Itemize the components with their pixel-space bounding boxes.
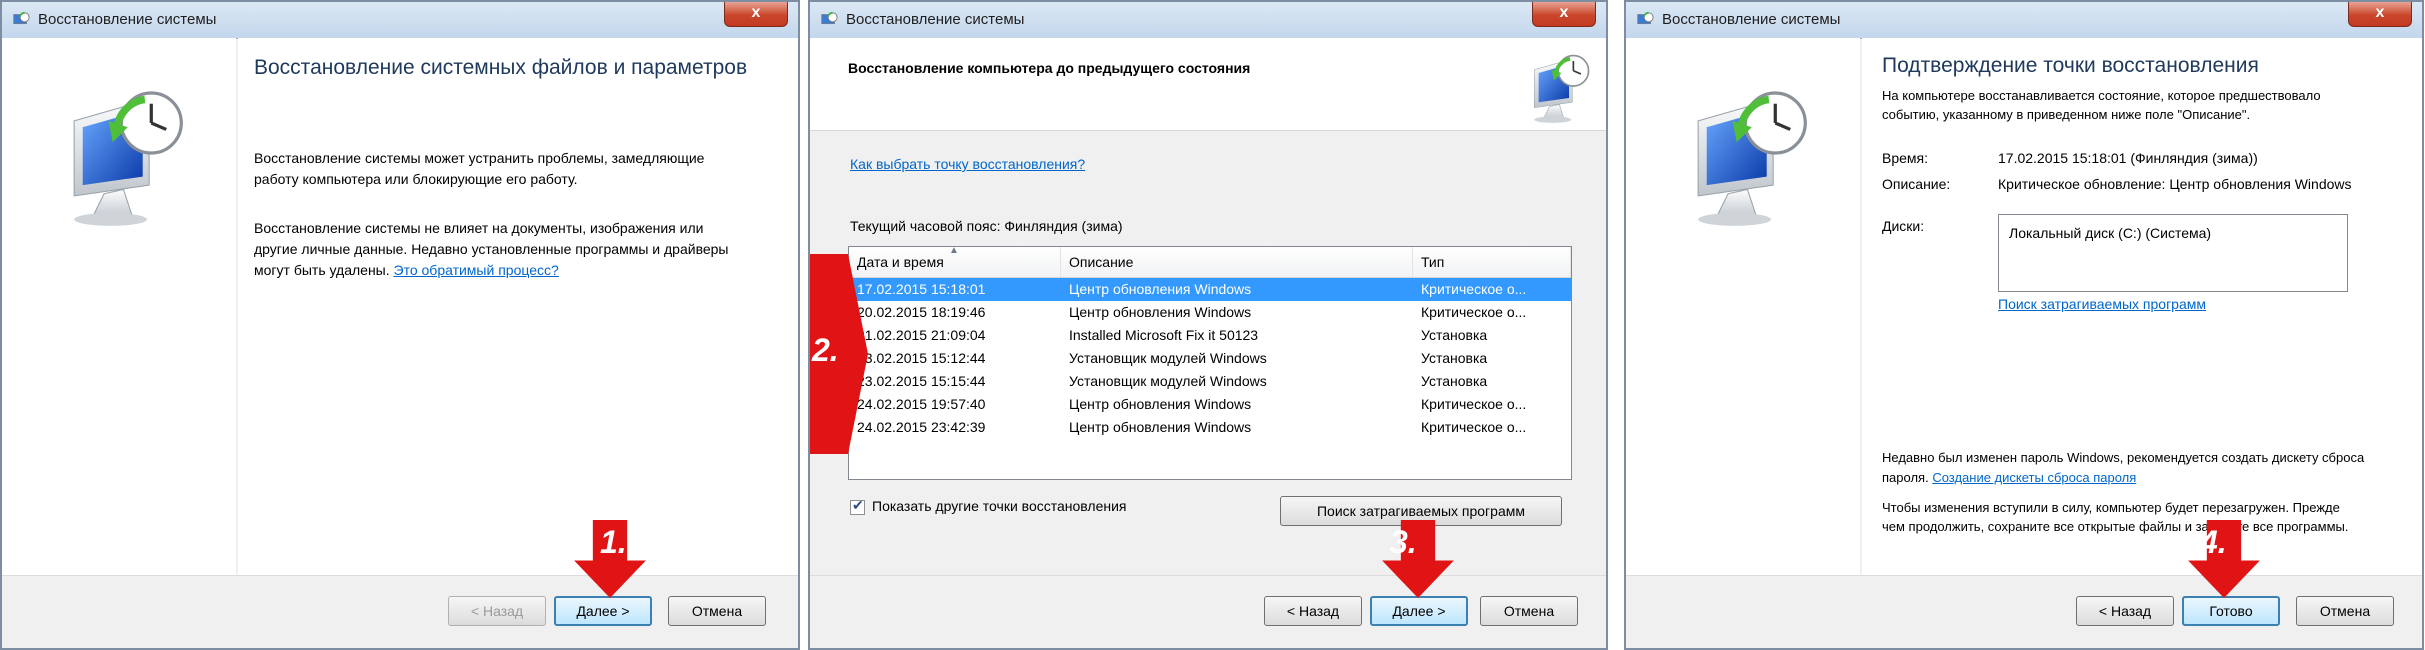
cancel-button[interactable]: Отмена — [668, 596, 766, 626]
choose-point-link[interactable]: Как выбрать точку восстановления? — [850, 154, 1085, 175]
description-2: Восстановление системы не влияет на доку… — [254, 220, 729, 278]
restart-text: Чтобы изменения вступили в силу, компьют… — [1882, 500, 2349, 534]
cell-type: Критическое о... — [1421, 304, 1527, 320]
window-title: Восстановление системы — [1662, 11, 1841, 28]
cell-description: Установщик модулей Windows — [1069, 373, 1267, 389]
disks-list[interactable]: Локальный диск (C:) (Система) — [1998, 214, 2348, 292]
content-area: Подтверждение точки восстановления На ко… — [1862, 38, 2422, 576]
disks-label: Диски: — [1882, 218, 1925, 234]
cell-date: 21.02.2015 21:09:04 — [857, 327, 986, 343]
system-restore-icon — [12, 11, 30, 29]
cell-description: Центр обновления Windows — [1069, 281, 1252, 297]
cancel-button[interactable]: Отмена — [1480, 596, 1578, 626]
cell-date: 23.02.2015 15:12:44 — [857, 350, 986, 366]
close-button[interactable]: x — [2348, 2, 2412, 27]
show-more-label[interactable]: Показать другие точки восстановления — [872, 496, 1127, 517]
back-button[interactable]: < Назад — [448, 596, 546, 626]
window-title: Восстановление системы — [38, 11, 217, 28]
finish-button[interactable]: Готово — [2182, 596, 2280, 626]
page-heading: Подтверждение точки восстановления — [1882, 54, 2259, 77]
side-illustration — [1626, 38, 1860, 576]
cell-description: Центр обновления Windows — [1069, 419, 1252, 435]
cell-type: Критическое о... — [1421, 396, 1527, 412]
step-arrow-3 — [1370, 520, 1466, 598]
restore-computer-icon — [42, 78, 192, 228]
step-label-2: 2. — [812, 332, 839, 368]
restore-points-list[interactable]: Дата и время Описание Тип ▲ 17.02.2015 1… — [848, 246, 1572, 480]
password-reset-link[interactable]: Создание дискеты сброса пароля — [1932, 470, 2136, 485]
cell-type: Критическое о... — [1421, 419, 1527, 435]
titlebar[interactable]: Восстановление системы x — [810, 2, 1606, 39]
cell-type: Установка — [1421, 373, 1488, 389]
restore-computer-icon — [1666, 78, 1816, 228]
system-restore-icon — [1636, 11, 1654, 29]
table-row[interactable]: 24.02.2015 23:42:39 Центр обновления Wind… — [849, 416, 1571, 439]
button-bar: < Назад Готово Отмена — [1626, 575, 2422, 648]
column-description[interactable]: Описание — [1061, 247, 1413, 277]
cell-description: Установщик модулей Windows — [1069, 350, 1267, 366]
table-row[interactable]: 23.02.2015 15:12:44 Установщик модулей Wi… — [849, 347, 1571, 370]
cell-date: 23.02.2015 15:15:44 — [857, 373, 986, 389]
cancel-button[interactable]: Отмена — [2296, 596, 2394, 626]
restore-window-3: Восстановление системы x Подтверждение т… — [1624, 0, 2424, 650]
list-header: Дата и время Описание Тип ▲ — [849, 247, 1571, 278]
close-button[interactable]: x — [724, 2, 788, 27]
close-button[interactable]: x — [1532, 2, 1596, 27]
header-area: Восстановление компьютера до предыдущего… — [810, 38, 1606, 131]
restore-window-1: Восстановление системы x Восстановление … — [0, 0, 800, 650]
back-button[interactable]: < Назад — [1264, 596, 1362, 626]
table-row[interactable]: 24.02.2015 19:57:40 Центр обновления Wind… — [849, 393, 1571, 416]
cell-description: Installed Microsoft Fix it 50123 — [1069, 327, 1259, 343]
cell-date: 24.02.2015 23:42:39 — [857, 419, 986, 435]
cell-type: Установка — [1421, 350, 1488, 366]
cell-date: 17.02.2015 15:18:01 — [857, 281, 986, 297]
cell-date: 24.02.2015 19:57:40 — [857, 396, 986, 412]
table-row[interactable]: 20.02.2015 18:19:46 Центр обновления Wind… — [849, 301, 1571, 324]
button-bar: < Назад Далее > Отмена — [810, 575, 1606, 648]
cell-type: Установка — [1421, 327, 1488, 343]
cell-description: Центр обновления Windows — [1069, 304, 1252, 320]
description-1: Восстановление системы может устранить п… — [254, 150, 705, 187]
side-illustration — [2, 38, 236, 576]
content-area: Восстановление системных файлов и параме… — [238, 38, 798, 576]
sort-ascending-icon: ▲ — [949, 246, 959, 256]
table-row[interactable]: 21.02.2015 21:09:04 Installed Microsoft F… — [849, 324, 1571, 347]
time-value: 17.02.2015 15:18:01 (Финляндия (зима)) — [1998, 150, 2258, 166]
restore-computer-icon — [1518, 48, 1594, 124]
restore-window-2: Восстановление системы x Восстановление … — [808, 0, 1608, 650]
password-text: Недавно был изменен пароль Windows, реко… — [1882, 450, 2365, 485]
titlebar[interactable]: Восстановление системы x — [1626, 2, 2422, 39]
description-label: Описание: — [1882, 176, 1951, 192]
step-label-4: 4. — [2200, 524, 2227, 560]
checkmark-icon: ✔ — [852, 497, 864, 513]
time-label: Время: — [1882, 150, 1929, 166]
step-label-3: 3. — [1390, 524, 1417, 560]
disk-item[interactable]: Локальный диск (C:) (Система) — [2009, 225, 2211, 241]
page-heading: Восстановление компьютера до предыдущего… — [848, 60, 1251, 76]
page-heading: Восстановление системных файлов и параме… — [254, 56, 748, 79]
system-restore-icon — [820, 11, 838, 29]
cell-date: 20.02.2015 18:19:46 — [857, 304, 986, 320]
next-button[interactable]: Далее > — [1370, 596, 1468, 626]
cell-type: Критическое о... — [1421, 281, 1527, 297]
column-type[interactable]: Тип — [1413, 247, 1571, 277]
scan-programs-link[interactable]: Поиск затрагиваемых программ — [1998, 294, 2206, 315]
reversible-link[interactable]: Это обратимый процесс? — [394, 262, 559, 278]
intro-text: На компьютере восстанавливается состояни… — [1882, 88, 2321, 122]
back-button[interactable]: < Назад — [2076, 596, 2174, 626]
button-bar: < Назад Далее > Отмена — [2, 575, 798, 648]
next-button[interactable]: Далее > — [554, 596, 652, 626]
timezone-text: Текущий часовой пояс: Финляндия (зима) — [850, 218, 1123, 234]
titlebar[interactable]: Восстановление системы x — [2, 2, 798, 39]
cell-description: Центр обновления Windows — [1069, 396, 1252, 412]
table-row[interactable]: 23.02.2015 15:15:44 Установщик модулей Wi… — [849, 370, 1571, 393]
show-more-checkbox[interactable]: ✔ — [850, 497, 865, 515]
description-value: Критическое обновление: Центр обновления… — [1998, 176, 2352, 192]
step-label-1: 1. — [600, 524, 627, 560]
window-title: Восстановление системы — [846, 11, 1025, 28]
table-row[interactable]: 17.02.2015 15:18:01 Центр обновления Wind… — [849, 278, 1571, 301]
